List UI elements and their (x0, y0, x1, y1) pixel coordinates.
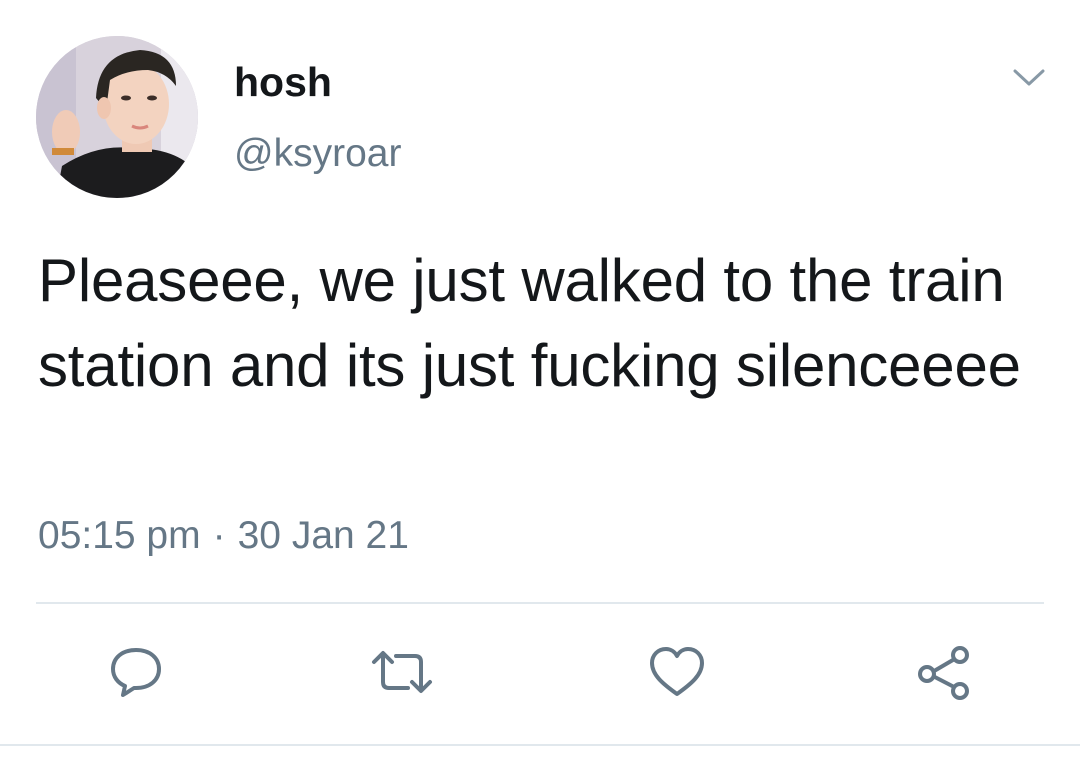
username-handle[interactable]: @ksyroar (234, 128, 401, 180)
bottom-divider (0, 744, 1080, 746)
divider (36, 602, 1044, 604)
chevron-down-icon (1013, 69, 1045, 86)
heart-icon (650, 647, 704, 696)
like-button[interactable] (645, 640, 709, 704)
avatar[interactable] (36, 36, 198, 198)
display-name[interactable]: hosh (234, 56, 332, 108)
reply-icon (111, 648, 161, 697)
retweet-button[interactable] (370, 640, 434, 704)
retweet-icon (372, 651, 432, 693)
share-button[interactable] (912, 640, 976, 704)
tweet-text: Pleaseee, we just walked to the train st… (38, 247, 1021, 399)
share-icon (918, 646, 969, 700)
reply-button[interactable] (104, 640, 168, 704)
tweet-date: 30 Jan 21 (237, 514, 409, 557)
tweet: hosh @ksyroar Pleaseee, we just walked t… (0, 0, 1080, 763)
tweet-time: 05:15 pm (38, 514, 201, 557)
avatar-photo (36, 36, 198, 198)
meta-separator: · (212, 514, 226, 557)
more-options-button[interactable] (1004, 58, 1054, 98)
tweet-timestamp[interactable]: 05:15 pm · 30 Jan 21 (38, 510, 409, 562)
